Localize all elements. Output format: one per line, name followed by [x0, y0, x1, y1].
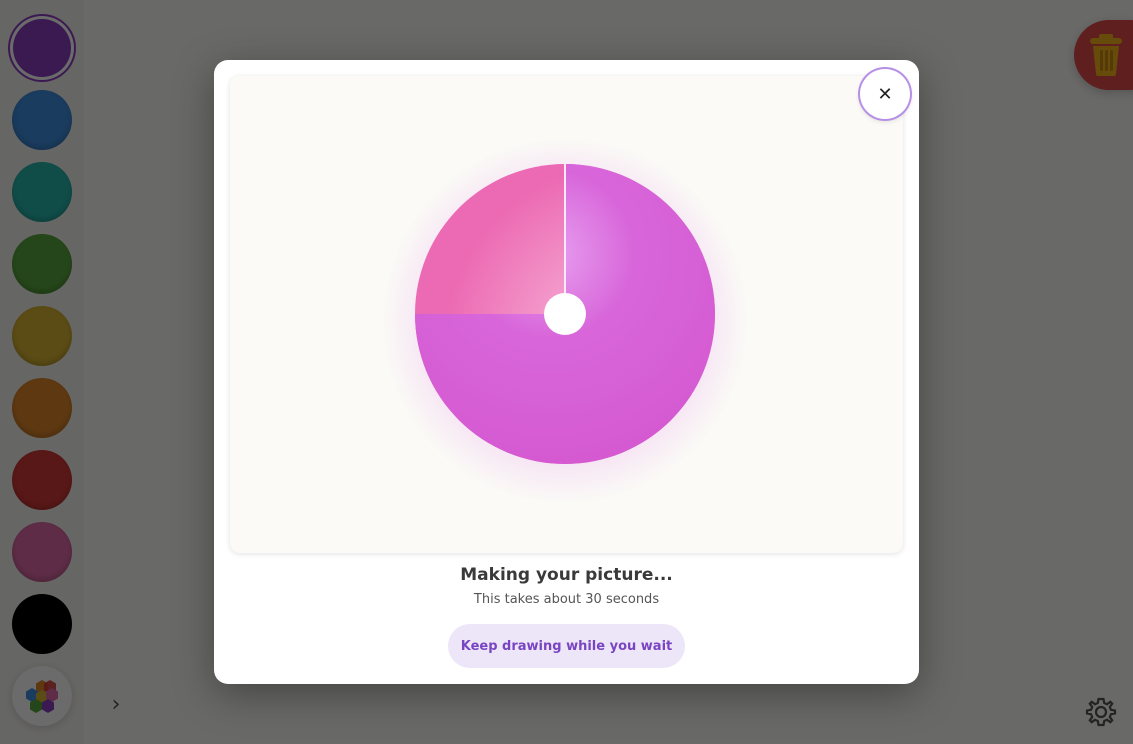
progress-center-dot	[544, 293, 586, 335]
close-button[interactable]: ✕	[860, 69, 910, 119]
progress-pie	[415, 164, 715, 464]
status-subtitle: This takes about 30 seconds	[473, 592, 660, 607]
status-title: Making your picture...	[460, 565, 673, 585]
keep-drawing-button[interactable]: Keep drawing while you wait	[448, 624, 685, 668]
preview-panel	[230, 76, 903, 553]
generating-dialog: ✕ Making your picture... This takes abou…	[214, 60, 919, 684]
close-icon: ✕	[877, 83, 893, 105]
